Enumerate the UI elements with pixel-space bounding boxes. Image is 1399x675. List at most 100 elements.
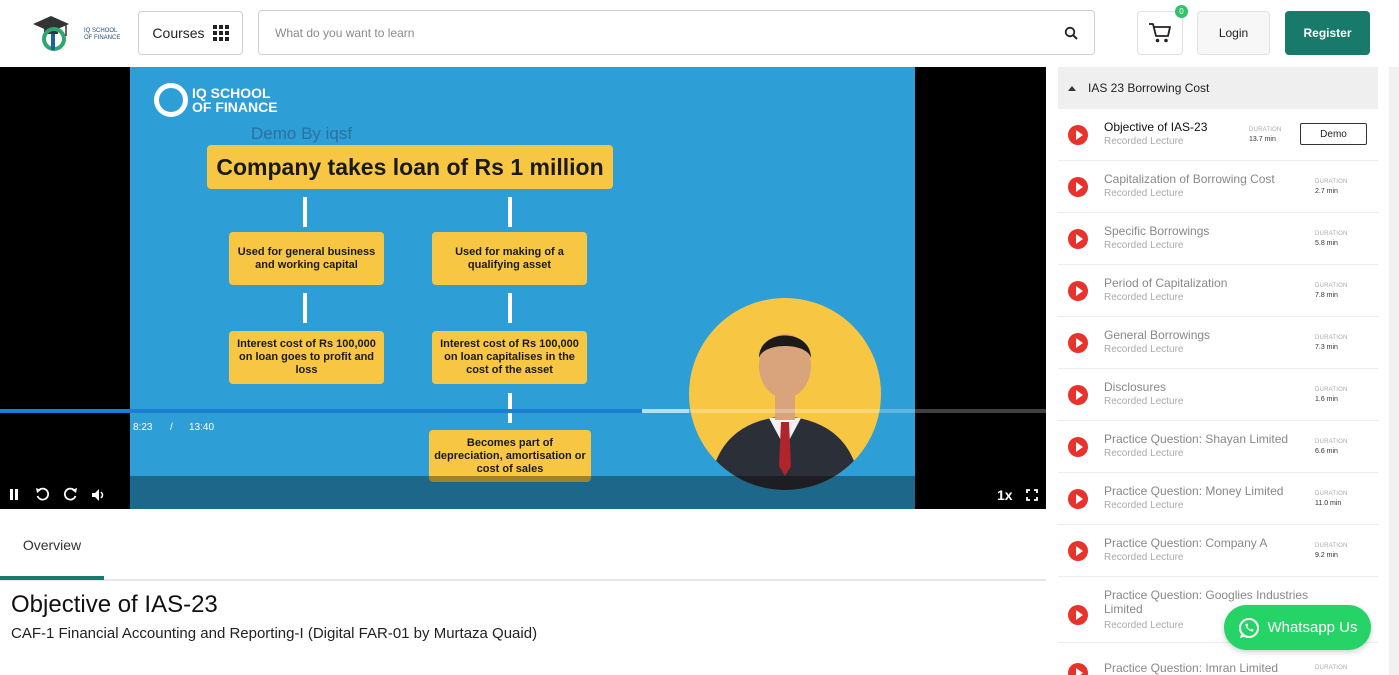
- slide-logo-icon: [154, 83, 188, 117]
- sidebar-scrollbar[interactable]: [1389, 67, 1399, 675]
- lecture-item-name: Specific Borrowings: [1104, 224, 1210, 238]
- courses-button[interactable]: Courses: [138, 11, 243, 55]
- courses-label: Courses: [152, 25, 205, 41]
- lecture-item-name: Practice Question: Money Limited: [1104, 484, 1284, 498]
- play-icon: [1068, 333, 1088, 353]
- search-icon[interactable]: [1064, 26, 1078, 40]
- presenter-image: [689, 298, 881, 490]
- search-bar: [258, 10, 1095, 55]
- play-icon: [1068, 125, 1088, 145]
- duration-value: 7.8 min: [1315, 292, 1338, 299]
- progress-played: [0, 409, 643, 413]
- lecture-item[interactable]: Practice Question: Shayan Limited Record…: [1058, 421, 1378, 473]
- lecture-item[interactable]: Specific Borrowings Recorded Lecture DUR…: [1058, 213, 1378, 265]
- slide-logo: IQ SCHOOL OF FINANCE: [154, 83, 292, 117]
- login-button[interactable]: Login: [1197, 11, 1270, 55]
- lecture-item-type: Recorded Lecture: [1104, 188, 1184, 199]
- site-logo[interactable]: IQ SCHOOL OF FINANCE: [30, 12, 120, 54]
- pause-icon[interactable]: [9, 489, 19, 500]
- lecture-item-name: Capitalization of Borrowing Cost: [1104, 172, 1275, 186]
- slide-connector: [508, 293, 512, 323]
- whatsapp-icon: [1239, 617, 1260, 638]
- slide-connector: [508, 393, 512, 423]
- tab-active-indicator: [0, 576, 104, 580]
- duration-label: DURATION: [1315, 491, 1348, 497]
- grid-icon: [212, 25, 229, 41]
- play-icon: [1068, 177, 1088, 197]
- lecture-item[interactable]: Period of Capitalization Recorded Lectur…: [1058, 265, 1378, 317]
- lecture-item-name: Practice Question: Shayan Limited: [1104, 432, 1289, 446]
- slide-main-box: Company takes loan of Rs 1 million: [207, 145, 613, 189]
- whatsapp-button[interactable]: Whatsapp Us: [1224, 605, 1371, 650]
- duration-label: DURATION: [1315, 665, 1348, 671]
- video-player[interactable]: IQ SCHOOL OF FINANCE Demo By iqsf Compan…: [0, 67, 1046, 509]
- duration-label: DURATION: [1315, 231, 1348, 237]
- duration-value: 1.6 min: [1315, 396, 1338, 403]
- caret-up-icon: [1068, 85, 1076, 91]
- duration-value: 7.3 min: [1315, 344, 1338, 351]
- lecture-item-name: Objective of IAS-23: [1104, 120, 1208, 134]
- duration-label: DURATION: [1315, 387, 1348, 393]
- tab-overview[interactable]: Overview: [0, 509, 104, 581]
- lecture-item-type: Recorded Lecture: [1104, 136, 1184, 147]
- slide-connector: [508, 197, 512, 227]
- slide-box-capitalises: Interest cost of Rs 100,000 on loan capi…: [432, 331, 587, 384]
- duration-value: 11.0 min: [1315, 500, 1342, 507]
- content-tabs: Overview: [0, 509, 1046, 581]
- fullscreen-icon[interactable]: [1026, 489, 1038, 501]
- search-input[interactable]: [275, 23, 1035, 43]
- duration-label: DURATION: [1249, 127, 1282, 133]
- play-icon: [1068, 663, 1088, 675]
- demo-button[interactable]: Demo: [1300, 123, 1367, 145]
- play-icon: [1068, 385, 1088, 405]
- section-header[interactable]: IAS 23 Borrowing Cost: [1058, 67, 1378, 109]
- duration-value: 5.8 min: [1315, 240, 1338, 247]
- play-icon: [1068, 229, 1088, 249]
- lecture-item[interactable]: General Borrowings Recorded Lecture DURA…: [1058, 317, 1378, 369]
- duration-value: 9.2 min: [1315, 552, 1338, 559]
- duration-value: 2.7 min: [1315, 188, 1338, 195]
- current-time: 8:23: [133, 422, 153, 433]
- lecture-item[interactable]: Practice Question: Money Limited Recorde…: [1058, 473, 1378, 525]
- lecture-item-type: Recorded Lecture: [1104, 620, 1184, 631]
- slide-logo-text: IQ SCHOOL OF FINANCE: [192, 85, 278, 115]
- curriculum-sidebar: IAS 23 Borrowing Cost Objective of IAS-2…: [1046, 67, 1399, 675]
- cart-button[interactable]: [1137, 11, 1183, 55]
- demo-watermark: Demo By iqsf: [251, 124, 353, 143]
- progress-buffered: [642, 409, 689, 413]
- shopping-cart-icon: [1149, 23, 1171, 43]
- duration-label: DURATION: [1315, 283, 1348, 289]
- lecture-item[interactable]: Disclosures Recorded Lecture DURATION 1.…: [1058, 369, 1378, 421]
- lecture-item-name: General Borrowings: [1104, 328, 1211, 342]
- forward-icon[interactable]: [63, 487, 78, 502]
- lecture-item-name: Practice Question: Company A: [1104, 536, 1268, 550]
- play-icon: [1068, 605, 1088, 625]
- lecture-item-type: Recorded Lecture: [1104, 500, 1184, 511]
- duration-label: DURATION: [1315, 335, 1348, 341]
- slide-connector: [303, 197, 307, 227]
- whatsapp-label: Whatsapp Us: [1267, 619, 1358, 636]
- lecture-title: Objective of IAS-23: [11, 591, 218, 618]
- lecture-item[interactable]: Practice Question: Company A Recorded Le…: [1058, 525, 1378, 577]
- playback-speed-button[interactable]: 1x: [997, 487, 1013, 503]
- cart-count-badge: 0: [1175, 5, 1188, 18]
- lecture-item[interactable]: Objective of IAS-23 Recorded Lecture DUR…: [1058, 109, 1378, 161]
- play-icon: [1068, 489, 1088, 509]
- play-icon: [1068, 281, 1088, 301]
- lecture-item-type: Recorded Lecture: [1104, 396, 1184, 407]
- lecture-item-name: Practice Question: Imran Limited: [1104, 661, 1279, 675]
- lecture-item[interactable]: Capitalization of Borrowing Cost Recorde…: [1058, 161, 1378, 213]
- register-button[interactable]: Register: [1285, 11, 1370, 55]
- lecture-item-type: Recorded Lecture: [1104, 552, 1184, 563]
- presenter-illustration: [709, 334, 861, 490]
- volume-icon[interactable]: [91, 488, 107, 502]
- slide-connector: [303, 293, 307, 323]
- logo-text: IQ SCHOOL OF FINANCE: [84, 28, 121, 41]
- rewind-icon[interactable]: [35, 487, 50, 502]
- time-separator: /: [170, 422, 173, 433]
- slide-box-depreciation: Becomes part of depreciation, amortisati…: [429, 430, 591, 482]
- lecture-item-type: Recorded Lecture: [1104, 240, 1184, 251]
- duration-label: DURATION: [1315, 543, 1348, 549]
- section-title: IAS 23 Borrowing Cost: [1088, 81, 1210, 95]
- play-icon: [1068, 437, 1088, 457]
